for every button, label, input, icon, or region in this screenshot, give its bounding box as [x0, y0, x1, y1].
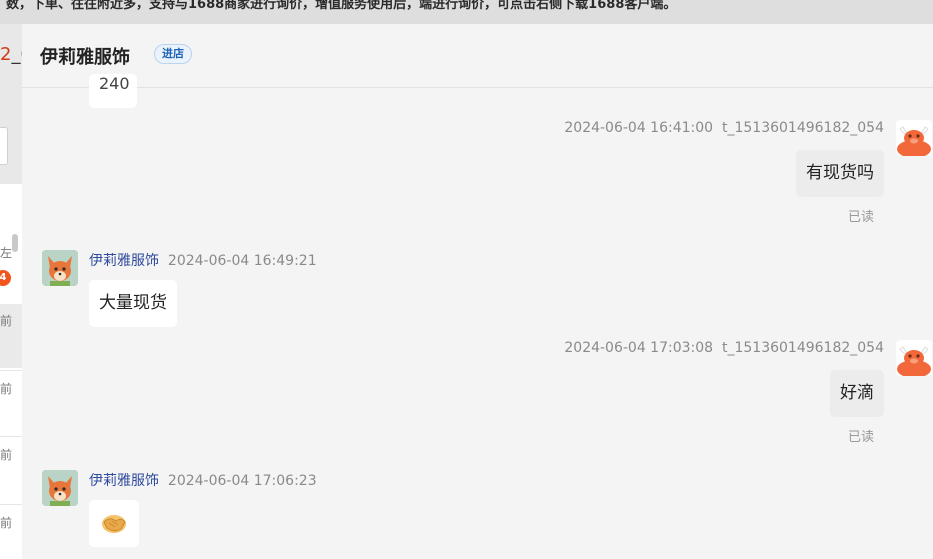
top-notice-text: 数，下单、往往附近多，支持与1688商家进行询价，增值服务使用后，端进行询价，可…: [6, 0, 677, 12]
conversation-item[interactable]: 前: [0, 380, 22, 397]
chat-window: 伊莉雅服饰 进店 240 2024-06-04 16:41:00 t_15136…: [22, 24, 933, 559]
fox-avatar-icon[interactable]: [42, 470, 78, 506]
sender-name: t_1513601496182_054: [721, 120, 884, 136]
message-bubble: 有现货吗: [796, 150, 884, 197]
top-notice-bar: 数，下单、往往附近多，支持与1688商家进行询价，增值服务使用后，端进行询价，可…: [0, 0, 933, 24]
conversation-item[interactable]: 左: [0, 244, 22, 261]
message-meta: 2024-06-04 17:03:08 t_1513601496182_054: [564, 340, 884, 356]
left-search-box[interactable]: [0, 127, 8, 165]
sender-name[interactable]: 伊莉雅服饰: [89, 253, 159, 269]
handshake-emoji-icon: [102, 515, 126, 533]
message-timestamp: 2024-06-04 16:49:21: [167, 253, 317, 269]
sender-name: t_1513601496182_054: [721, 340, 884, 356]
message-bubble: [89, 500, 139, 547]
message-timestamp: 2024-06-04 16:41:00: [564, 120, 714, 136]
conversation-item[interactable]: 前: [0, 514, 22, 531]
unread-badge: 4: [0, 270, 11, 286]
message-timestamp: 2024-06-04 17:03:08: [564, 340, 714, 356]
enter-shop-button[interactable]: 进店: [154, 44, 192, 64]
read-status: 已读: [847, 210, 874, 225]
message-area: 240 2024-06-04 16:41:00 t_1513601496182_…: [22, 74, 933, 559]
list-divider: [0, 370, 22, 371]
conversation-item[interactable]: 前: [0, 304, 22, 368]
conversation-list-panel: 2_0 左 4 前 前 前 前: [0, 24, 22, 559]
message-meta: 伊莉雅服饰 2024-06-04 17:06:23: [89, 470, 317, 490]
message-bubble: 好滴: [830, 370, 884, 417]
message-meta: 伊莉雅服饰 2024-06-04 16:49:21: [89, 250, 317, 270]
shop-name[interactable]: 伊莉雅服饰: [40, 43, 130, 69]
chat-header: 伊莉雅服饰 进店: [22, 24, 933, 88]
message-bubble: 大量现货: [89, 280, 177, 327]
partial-message-bubble: 240: [89, 74, 137, 108]
conversation-list: 左 4 前 前 前 前: [0, 184, 22, 559]
bull-avatar-icon[interactable]: [896, 120, 932, 156]
message-timestamp: 2024-06-04 17:06:23: [167, 473, 317, 489]
read-status: 已读: [847, 430, 874, 445]
list-divider: [0, 504, 22, 505]
fox-avatar-icon[interactable]: [42, 250, 78, 286]
left-header-fragment: 2_0: [0, 44, 22, 65]
list-divider: [0, 436, 22, 437]
bull-avatar-icon[interactable]: [896, 340, 932, 376]
conversation-item[interactable]: 前: [0, 446, 22, 463]
message-meta: 2024-06-04 16:41:00 t_1513601496182_054: [564, 120, 884, 136]
left-panel-header: 2_0: [0, 24, 22, 184]
sender-name[interactable]: 伊莉雅服饰: [89, 473, 159, 489]
